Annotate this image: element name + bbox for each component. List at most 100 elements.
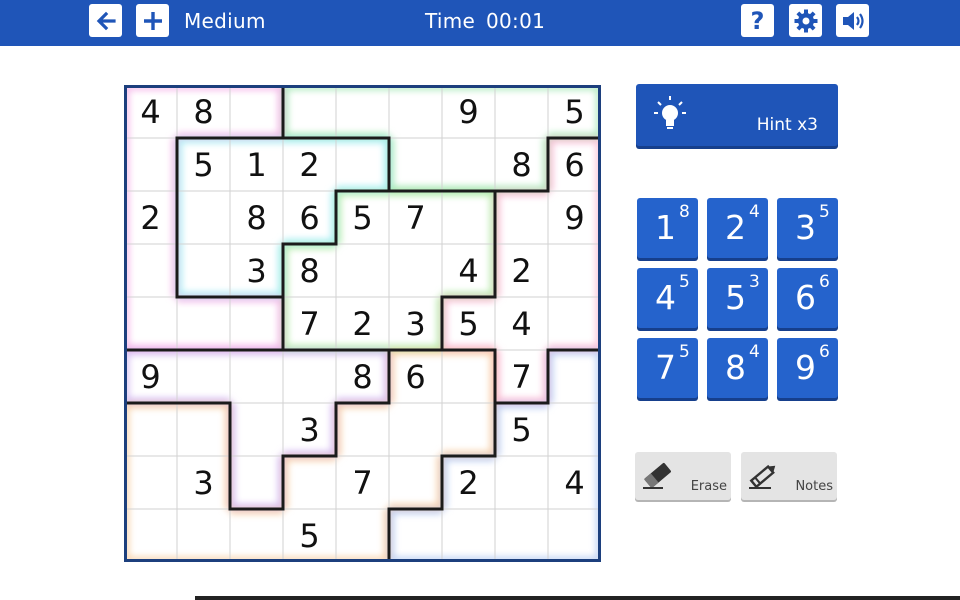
sound-button[interactable] — [836, 4, 869, 37]
number-button-2[interactable]: 24 — [707, 198, 768, 258]
board-cell[interactable] — [177, 297, 230, 350]
board-cell[interactable] — [389, 456, 442, 509]
board-cell[interactable]: 3 — [230, 244, 283, 297]
board-cell[interactable] — [548, 244, 601, 297]
board-cell[interactable] — [336, 85, 389, 138]
number-button-1[interactable]: 18 — [637, 198, 698, 258]
board-cell[interactable]: 5 — [283, 509, 336, 562]
board-cell[interactable]: 6 — [283, 191, 336, 244]
board-cell[interactable]: 8 — [336, 350, 389, 403]
number-button-9[interactable]: 96 — [777, 338, 838, 398]
board-cell[interactable] — [124, 297, 177, 350]
board-cell[interactable]: 1 — [230, 138, 283, 191]
board-cell[interactable] — [336, 403, 389, 456]
back-button[interactable] — [89, 4, 122, 37]
number-digit: 6 — [795, 278, 816, 317]
board-cell[interactable] — [124, 138, 177, 191]
board-cell[interactable]: 9 — [442, 85, 495, 138]
board-cell[interactable]: 2 — [495, 244, 548, 297]
board-cell[interactable] — [389, 403, 442, 456]
board-cell[interactable]: 5 — [177, 138, 230, 191]
board-cell[interactable] — [177, 191, 230, 244]
erase-button[interactable]: Erase — [635, 452, 731, 500]
board-cell[interactable] — [283, 456, 336, 509]
board-cell[interactable] — [124, 456, 177, 509]
board-cell[interactable] — [177, 350, 230, 403]
board-cell[interactable] — [495, 85, 548, 138]
board-cell[interactable] — [495, 456, 548, 509]
board-cell[interactable] — [495, 191, 548, 244]
notes-button[interactable]: Notes — [741, 452, 837, 500]
board-cell[interactable] — [124, 403, 177, 456]
board-cell[interactable] — [548, 350, 601, 403]
board-cell[interactable] — [495, 509, 548, 562]
board-cell[interactable] — [124, 244, 177, 297]
board-cell[interactable]: 4 — [548, 456, 601, 509]
number-digit: 3 — [795, 208, 816, 247]
board-cell[interactable] — [548, 509, 601, 562]
board-cell[interactable] — [230, 350, 283, 403]
board-cell[interactable] — [283, 350, 336, 403]
board-cell[interactable]: 8 — [177, 85, 230, 138]
number-button-8[interactable]: 84 — [707, 338, 768, 398]
board-cell[interactable] — [230, 456, 283, 509]
board-cell[interactable]: 7 — [283, 297, 336, 350]
board-cell[interactable] — [442, 138, 495, 191]
number-button-5[interactable]: 53 — [707, 268, 768, 328]
board-cell[interactable]: 4 — [124, 85, 177, 138]
number-button-7[interactable]: 75 — [637, 338, 698, 398]
board-cell[interactable] — [230, 403, 283, 456]
board-cell[interactable] — [442, 403, 495, 456]
board-cell[interactable] — [124, 509, 177, 562]
board-cell[interactable] — [389, 138, 442, 191]
board-cell[interactable] — [336, 138, 389, 191]
board-cell[interactable]: 2 — [124, 191, 177, 244]
number-button-4[interactable]: 45 — [637, 268, 698, 328]
board-cell[interactable]: 7 — [389, 191, 442, 244]
board-cell[interactable]: 5 — [548, 85, 601, 138]
hint-button[interactable]: Hint x3 — [636, 84, 838, 146]
board-cell[interactable] — [230, 509, 283, 562]
board-cell[interactable]: 7 — [336, 456, 389, 509]
board-cell[interactable] — [548, 403, 601, 456]
board-cell[interactable]: 2 — [336, 297, 389, 350]
board-cell[interactable] — [548, 297, 601, 350]
board-cell[interactable] — [283, 85, 336, 138]
new-game-button[interactable] — [136, 4, 169, 37]
board-cell[interactable] — [336, 509, 389, 562]
board-cell[interactable]: 7 — [495, 350, 548, 403]
board-cell[interactable]: 9 — [548, 191, 601, 244]
board-cell[interactable]: 3 — [389, 297, 442, 350]
board-cell[interactable] — [177, 244, 230, 297]
board-cell[interactable]: 3 — [177, 456, 230, 509]
board-cell[interactable] — [389, 85, 442, 138]
number-button-6[interactable]: 66 — [777, 268, 838, 328]
board-cell[interactable] — [230, 85, 283, 138]
board-cell[interactable]: 9 — [124, 350, 177, 403]
board-cell[interactable]: 8 — [230, 191, 283, 244]
board-cell[interactable]: 8 — [495, 138, 548, 191]
settings-button[interactable] — [789, 4, 822, 37]
board-cell[interactable]: 6 — [389, 350, 442, 403]
board-cell[interactable]: 6 — [548, 138, 601, 191]
board-cell[interactable] — [230, 297, 283, 350]
board-cell[interactable] — [177, 403, 230, 456]
board-cell[interactable] — [389, 244, 442, 297]
board-cell[interactable]: 3 — [283, 403, 336, 456]
board-cell[interactable]: 8 — [283, 244, 336, 297]
board-cell[interactable]: 5 — [495, 403, 548, 456]
number-button-3[interactable]: 35 — [777, 198, 838, 258]
help-button[interactable]: ? — [741, 4, 774, 37]
board-cell[interactable] — [336, 244, 389, 297]
board-cell[interactable]: 5 — [336, 191, 389, 244]
board-cell[interactable] — [389, 509, 442, 562]
board-cell[interactable]: 5 — [442, 297, 495, 350]
board-cell[interactable] — [442, 191, 495, 244]
board-cell[interactable]: 2 — [283, 138, 336, 191]
board-cell[interactable] — [442, 350, 495, 403]
board-cell[interactable]: 2 — [442, 456, 495, 509]
board-cell[interactable]: 4 — [495, 297, 548, 350]
board-cell[interactable] — [177, 509, 230, 562]
board-cell[interactable]: 4 — [442, 244, 495, 297]
board-cell[interactable] — [442, 509, 495, 562]
